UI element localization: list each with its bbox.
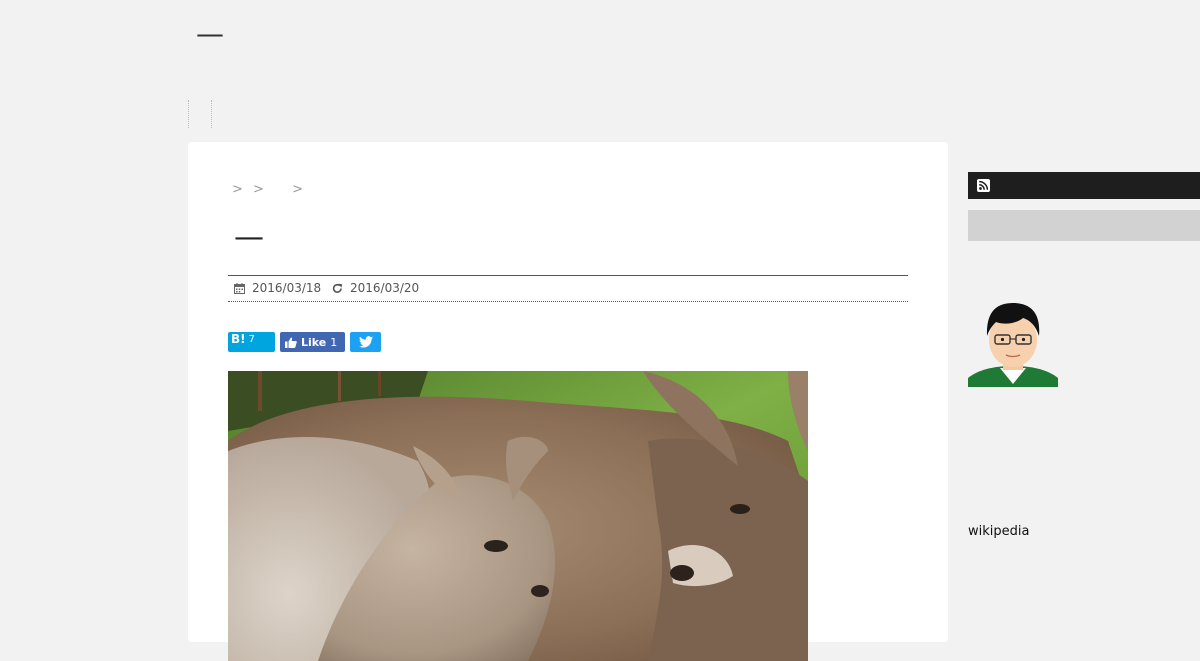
breadcrumb: > > > — [232, 182, 308, 197]
updated-date: 2016/03/20 — [332, 276, 419, 301]
entry-title: — — [234, 220, 264, 255]
global-nav[interactable] — [188, 100, 212, 128]
site-title[interactable]: — — [196, 18, 224, 50]
hatena-label: B! — [231, 332, 246, 346]
kangaroo-image — [228, 371, 808, 661]
sidebar-rss-bar[interactable] — [968, 172, 1200, 199]
updated-date-text: 2016/03/20 — [350, 281, 420, 295]
published-date-text: 2016/03/18 — [252, 281, 322, 295]
breadcrumb-separator: > — [292, 182, 304, 197]
avatar — [968, 298, 1058, 387]
facebook-like-label: Like — [301, 335, 327, 349]
twitter-bird-icon — [358, 336, 373, 348]
sidebar-search-box[interactable] — [968, 210, 1200, 241]
twitter-share-button[interactable] — [350, 332, 381, 352]
facebook-like-count: 1 — [330, 335, 338, 349]
breadcrumb-separator: > — [253, 182, 265, 197]
breadcrumb-separator: > — [232, 182, 244, 197]
avatar-illustration — [968, 298, 1058, 387]
rss-icon — [977, 179, 990, 192]
main-content: > > > — 2016/03/18 2016/03/20 B! 7 Like … — [188, 142, 948, 661]
thumbs-up-icon — [285, 337, 297, 348]
kangaroo-photo — [228, 371, 808, 661]
sidebar-wikipedia-link[interactable]: wikipedia — [968, 524, 1029, 539]
published-date: 2016/03/18 — [234, 276, 321, 301]
calendar-icon — [234, 283, 245, 294]
hatena-bookmark-button[interactable]: B! 7 — [228, 332, 275, 352]
entry-meta: 2016/03/18 2016/03/20 — [228, 275, 908, 302]
facebook-like-button[interactable]: Like 1 — [280, 332, 345, 352]
refresh-icon — [332, 283, 343, 293]
hatena-count: 7 — [248, 333, 255, 345]
